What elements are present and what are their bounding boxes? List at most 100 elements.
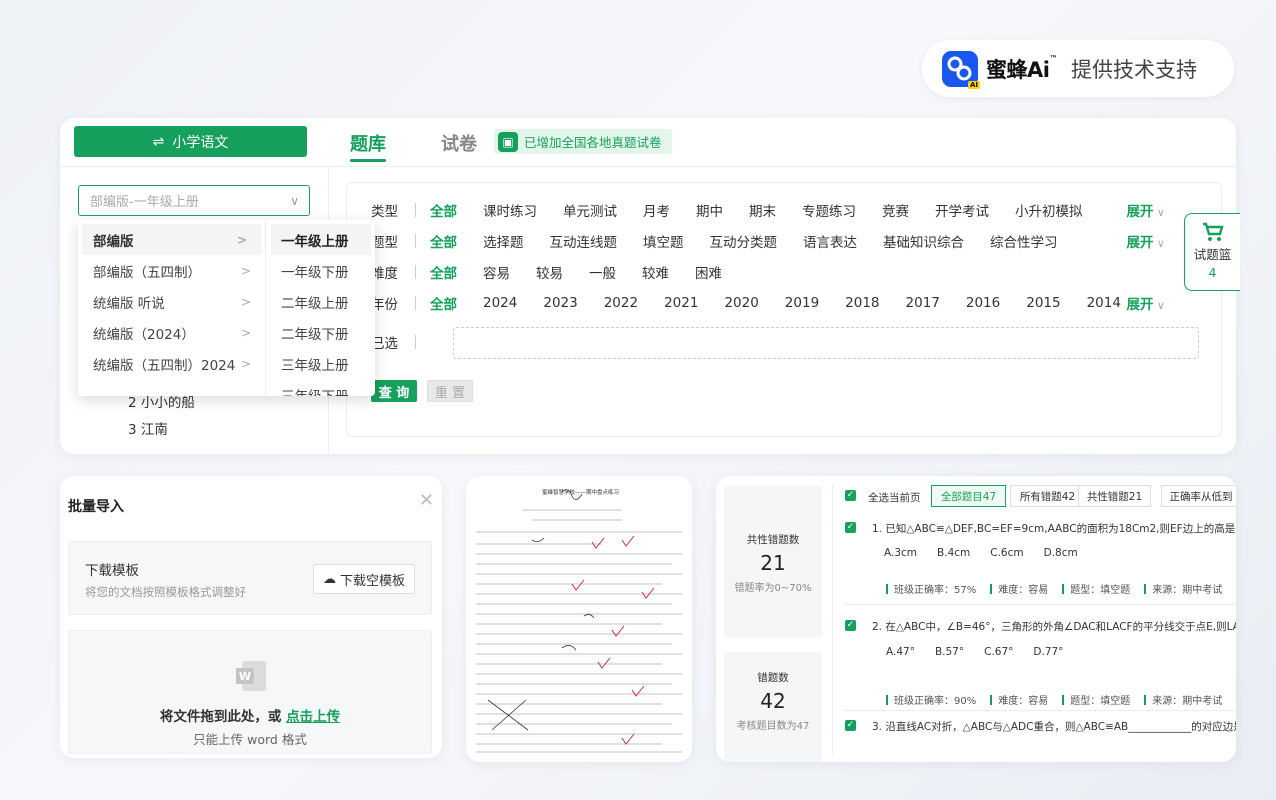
edition-option[interactable]: 统编版（2024） > [78,317,265,348]
filter-option[interactable]: 竞赛 [882,200,909,220]
grade-option[interactable]: 二年级上册 [267,286,375,317]
filter-option[interactable]: 2022 [604,295,638,311]
reset-button[interactable]: 重 置 [427,380,473,402]
filter-option[interactable]: 2014 [1087,295,1121,311]
svg-text:W: W [239,670,251,683]
dialog-title: 批量导入 [68,499,124,515]
edition-option[interactable]: 统编版（五四制）2024 > [78,348,265,379]
edition-option[interactable]: 部编版（五四制） > [78,255,265,286]
filter-option[interactable]: 较易 [536,262,563,282]
filter-option[interactable]: 2023 [543,295,577,311]
edition-select[interactable]: 部编版-一年级上册 ∨ [78,185,310,216]
filter-option[interactable]: 选择题 [483,231,524,251]
upload-link[interactable]: 点击上传 [286,709,340,725]
filter-row-year: 年份 全部 2024 2023 2022 2021 2020 2019 2018… [371,292,1211,314]
select-all-checkbox[interactable]: ✓ [845,490,856,501]
edition-option[interactable]: 部编版 > [82,224,261,255]
template-section: 下载模板 将您的文档按照模板格式调整好 ☁ 下载空模板 [68,541,432,615]
filter-option[interactable]: 困难 [695,262,722,282]
question-meta: 班级正确率：57% 难度：容易 题型：填空题 来源：期中考试 [886,581,1222,596]
filter-option[interactable]: 全部 [430,262,457,282]
template-desc: 将您的文档按照模板格式调整好 [85,585,246,599]
filter-option[interactable]: 期中 [696,200,723,220]
brand-name: 蜜蜂Ai™ [986,53,1057,82]
subject-switch-button[interactable]: ⇌ 小学语文 [74,126,307,157]
grade-option[interactable]: 三年级上册 [267,348,375,379]
filter-option[interactable]: 2024 [483,295,517,311]
powered-by-badge: AI 蜜蜂Ai™ 提供技术支持 [922,40,1234,97]
wrong-count-stat: 错题数 42 考核题目数为47 [724,652,822,762]
grade-option[interactable]: 三年级下册 [267,379,375,397]
query-button[interactable]: 查 询 [371,380,417,402]
filter-option[interactable]: 一般 [589,262,616,282]
question-checkbox[interactable]: ✓ [845,620,856,631]
filter-option[interactable]: 容易 [483,262,510,282]
filter-option[interactable]: 基础知识综合 [883,231,964,251]
upload-dropzone[interactable]: W 将文件拖到此处，或 点击上传 只能上传 word 格式 [68,630,432,754]
question-checkbox[interactable]: ✓ [845,720,856,731]
stat-value: 21 [760,551,786,575]
promo-badge: ▣ 已增加全国各地真题试卷 [494,129,672,154]
filter-option[interactable]: 期末 [749,200,776,220]
wrong-question-analysis: 共性错题数 21 错题率为0~70% 错题数 42 考核题目数为47 ✓ 全选当… [716,476,1236,762]
question-meta: 班级正确率：90% 难度：容易 题型：填空题 来源：期中考试 [886,692,1222,707]
stat-value: 42 [760,689,786,713]
filter-option[interactable]: 填空题 [643,231,684,251]
download-template-button[interactable]: ☁ 下载空模板 [313,564,415,594]
filter-option[interactable]: 全部 [430,200,457,220]
filter-option[interactable]: 月考 [643,200,670,220]
lesson-list: 2 小小的船 3 江南 [128,390,195,444]
filter-panel: 类型 全部 课时练习 单元测试 月考 期中 期末 专题练习 竞赛 开学考试 小升… [346,182,1222,437]
filter-option[interactable]: 2021 [664,295,698,311]
stat-label: 共性错题数 [746,534,800,546]
download-label: 下载空模板 [339,573,405,589]
tab-question-bank[interactable]: 题库 [350,130,386,162]
filter-option[interactable]: 综合性学习 [990,231,1058,251]
question-basket-button[interactable]: 试题篮 4 [1184,213,1240,291]
filter-option[interactable]: 互动连线题 [550,231,618,251]
expand-button[interactable]: 展开 [1126,293,1165,313]
swap-icon: ⇌ [152,133,165,150]
powered-by-text: 提供技术支持 [1070,57,1197,82]
question-divider [844,604,1236,605]
expand-button[interactable]: 展开 [1126,200,1165,220]
filter-option[interactable]: 单元测试 [563,200,617,220]
edition-select-value: 部编版-一年级上册 [90,195,199,210]
close-icon[interactable]: ✕ [419,490,434,511]
filter-option[interactable]: 课时练习 [483,200,537,220]
filter-option[interactable]: 互动分类题 [710,231,778,251]
question-checkbox[interactable]: ✓ [845,522,856,533]
filter-option[interactable]: 2017 [906,295,940,311]
grade-option[interactable]: 一年级下册 [267,255,375,286]
filter-option[interactable]: 小升初模拟 [1015,200,1083,220]
drop-text: 将文件拖到此处，或 点击上传 [159,709,341,725]
filter-option[interactable]: 开学考试 [935,200,989,220]
sort-accuracy[interactable]: 正确率从低到 [1161,485,1236,507]
question-options: A.3cm B.4cm C.6cm D.8cm [884,547,1078,559]
filter-option[interactable]: 全部 [430,293,457,313]
filter-option[interactable]: 2020 [724,295,758,311]
filter-option[interactable]: 2015 [1026,295,1060,311]
tab-all-questions[interactable]: 全部题目47 [931,485,1006,507]
filter-option[interactable]: 全部 [430,231,457,251]
logo-ai-mark: AI [967,80,980,89]
chevron-right-icon: > [236,232,247,247]
filter-option[interactable]: 较难 [642,262,669,282]
grade-option[interactable]: 一年级上册 [271,224,371,255]
filter-option[interactable]: 语言表达 [803,231,857,251]
edition-list: 部编版 > 部编版（五四制） > 统编版 听说 > 统编版（2024） > 统编版（五四… [78,220,266,396]
expand-button[interactable]: 展开 [1126,231,1165,251]
lesson-item[interactable]: 3 江南 [128,417,195,444]
tab-common-wrong[interactable]: 共性错题21 [1078,485,1151,507]
filter-option[interactable]: 2016 [966,295,1000,311]
filter-option[interactable]: 2018 [845,295,879,311]
filter-option[interactable]: 2019 [785,295,819,311]
edition-option[interactable]: 统编版 听说 > [78,286,265,317]
filter-label: 已选 [371,336,398,352]
grade-option[interactable]: 二年级下册 [267,317,375,348]
tab-papers[interactable]: 试卷 [441,130,477,156]
select-all-label: 全选当前页 [868,492,921,504]
tab-all-wrong[interactable]: 所有错题42 [1010,485,1085,507]
filter-option[interactable]: 专题练习 [802,200,856,220]
question-options: A.47° B.57° C.67° D.77° [886,646,1064,658]
